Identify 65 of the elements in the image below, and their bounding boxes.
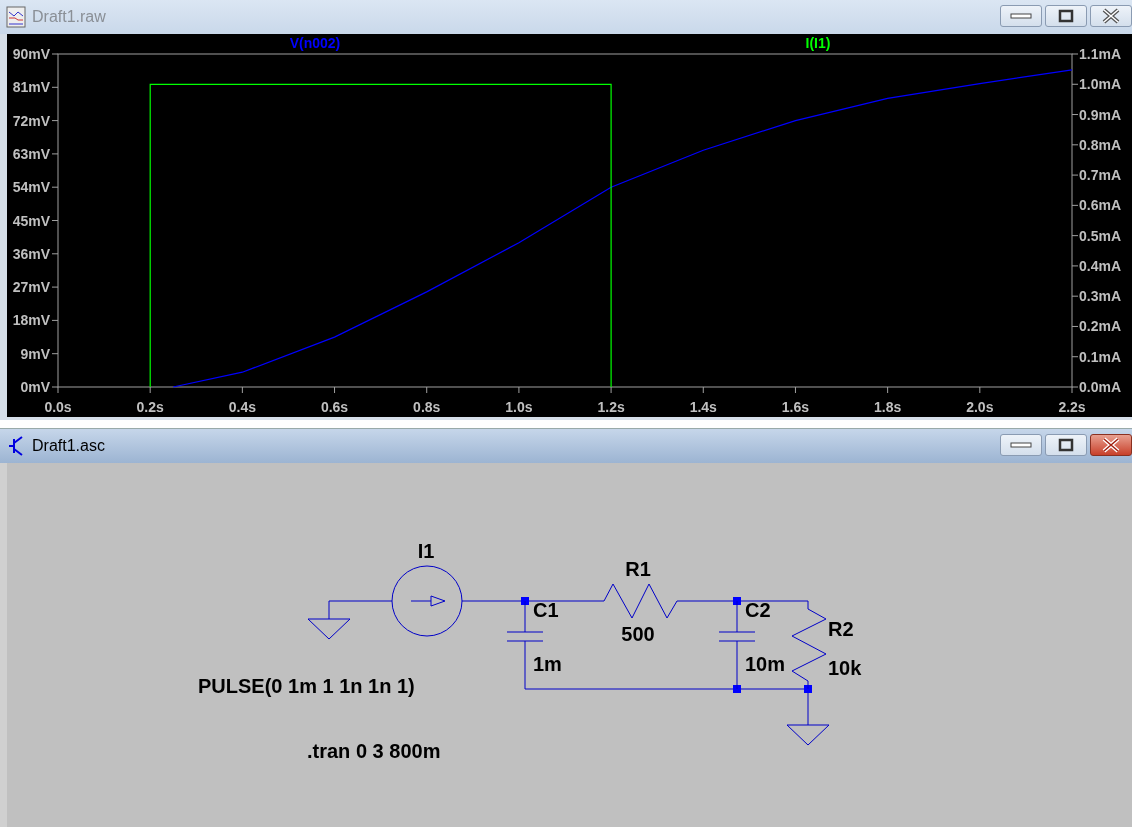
ground-symbol [786,724,830,746]
wire [328,600,393,620]
y-tick-label: 9mV [20,345,50,362]
x-tick-label: 1.8s [874,399,902,415]
close-icon [1101,437,1121,453]
y-tick-label: 0.7mA [1079,167,1122,184]
close-icon [1101,8,1121,24]
x-tick-label: 0.4s [228,399,256,415]
y-tick-label: 0.3mA [1079,288,1122,305]
y-tick-label: 0.6mA [1079,197,1122,214]
spice-directive: .tran 0 3 800m [307,740,441,762]
component-label: 10m [745,653,786,675]
y-tick-label: 1.0mA [1079,76,1122,93]
y-tick-label: 0.9mA [1079,106,1122,123]
y-tick-label: 81mV [12,79,50,96]
close-button[interactable] [1090,434,1132,456]
x-tick-label: 1.2s [597,399,625,415]
component-label: R1 [625,558,651,580]
x-tick-label: 2.2s [1058,399,1086,415]
minimize-icon [1010,441,1032,449]
maximize-button[interactable] [1045,5,1087,27]
close-button[interactable] [1090,5,1132,27]
window-title: Draft1.raw [32,8,107,26]
maximize-icon [1058,9,1074,23]
component-label: 1m [533,653,562,675]
y-tick-label: 63mV [12,145,50,162]
y-tick-label: 0.8mA [1079,136,1122,153]
series-label: V(n002) [289,35,341,51]
y-tick-label: 18mV [12,312,50,329]
maximize-icon [1058,438,1074,452]
component-label: 500 [621,623,655,645]
component-label: PULSE(0 1m 1 1n 1n 1) [198,675,415,697]
ground-symbol [307,618,351,640]
minimize-icon [1010,12,1032,20]
y-tick-label: 54mV [12,179,50,196]
x-tick-label: 0.2s [136,399,164,415]
y-tick-label: 72mV [12,112,50,129]
y-tick-label: 27mV [12,279,50,296]
waveform-icon [6,6,26,28]
y-tick-label: 0.1mA [1079,348,1122,365]
y-tick-label: 45mV [12,212,50,229]
current-source-symbol [391,565,463,637]
y-tick-label: 90mV [12,46,50,62]
component-label: I1 [417,540,435,562]
window-title: Draft1.asc [32,437,106,455]
y-tick-label: 0.4mA [1079,257,1122,274]
y-tick-label: 0.5mA [1079,227,1122,244]
y-tick-label: 0.2mA [1079,318,1122,335]
component-label: C2 [745,599,771,621]
x-tick-label: 1.0s [505,399,533,415]
x-tick-label: 0.6s [320,399,349,415]
component-label: C1 [533,599,559,621]
y-tick-label: 1.1mA [1079,46,1122,62]
x-tick-label: 0.0s [44,399,72,415]
component-label: R2 [828,618,854,640]
x-tick-label: 2.0s [966,399,994,415]
maximize-button[interactable] [1045,434,1087,456]
x-tick-label: 0.8s [413,399,441,415]
component-label: 10k [828,657,862,679]
x-tick-label: 1.6s [781,399,810,415]
y-tick-label: 0.0mA [1079,379,1122,395]
x-tick-label: 1.4s [689,399,717,415]
series-label: I(I1) [805,35,831,51]
y-tick-label: 36mV [12,245,50,262]
y-tick-label: 0mV [20,379,50,395]
